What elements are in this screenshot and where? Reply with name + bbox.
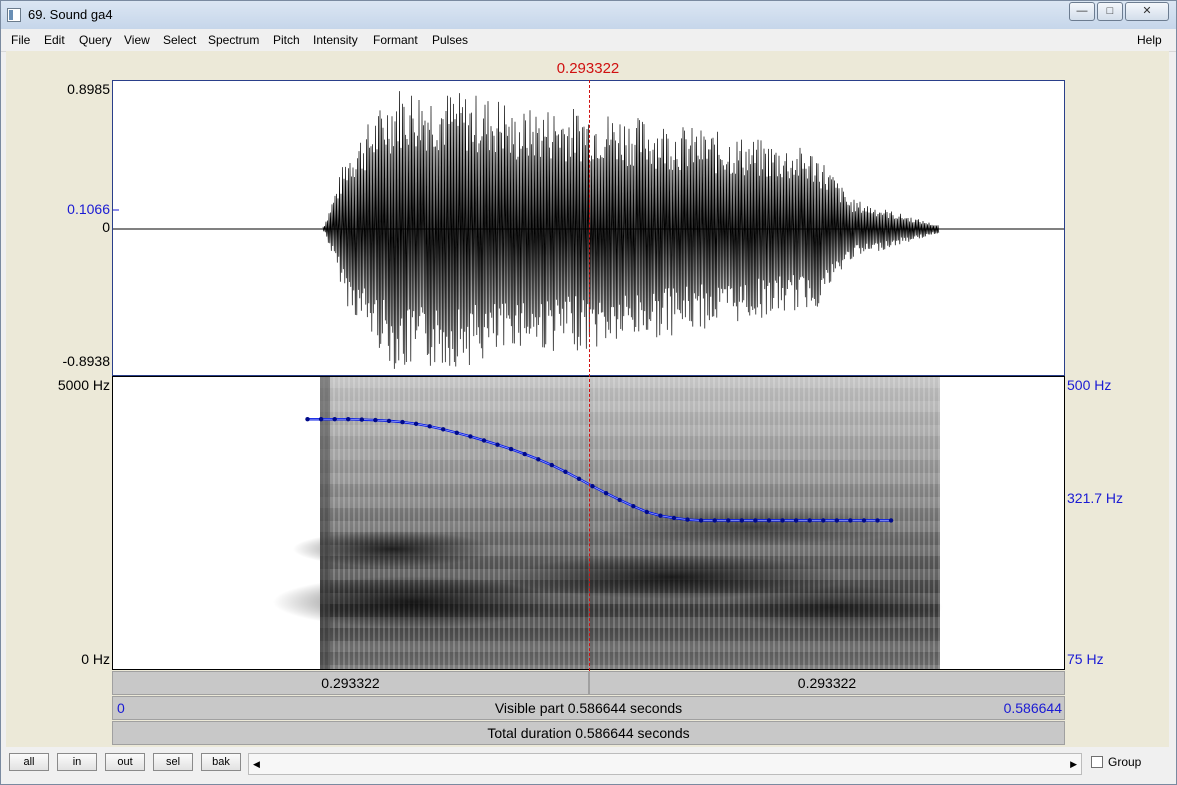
pitch-point — [861, 518, 867, 523]
pitch-point — [427, 424, 432, 429]
pitch-point — [888, 518, 894, 523]
menu-file[interactable]: File — [11, 33, 30, 47]
visible-part-label: Visible part 0.586644 seconds — [494, 700, 683, 716]
pitch-point — [468, 434, 473, 439]
pitch-point — [318, 417, 324, 422]
waveform-y-zero-label: 0 — [102, 219, 110, 235]
waveform-y-max-label: 0.8985 — [67, 81, 110, 97]
pitch-point — [753, 518, 758, 523]
pitch-point — [644, 509, 649, 515]
pitch-point — [386, 418, 392, 424]
selection-bar-left[interactable]: 0.293322 — [112, 671, 589, 695]
pitch-point — [563, 469, 568, 474]
pitch-point — [658, 513, 663, 518]
scroll-left-arrow-icon[interactable]: ◀ — [253, 759, 260, 770]
menu-pitch[interactable]: Pitch — [273, 33, 300, 47]
menu-select[interactable]: Select — [163, 33, 196, 47]
pitch-point — [359, 417, 364, 422]
pitch-point — [522, 451, 527, 457]
close-button[interactable]: ✕ — [1125, 2, 1169, 21]
pitch-point — [807, 518, 812, 523]
pitch-point — [590, 484, 595, 489]
time-scrollbar[interactable]: ◀ ▶ — [248, 753, 1082, 775]
pitch-point — [400, 419, 405, 425]
menu-intensity[interactable]: Intensity — [313, 33, 358, 47]
spectrogram-freq-max-label: 5000 Hz — [57, 377, 110, 393]
praat-app-icon — [7, 8, 21, 22]
pitch-point — [305, 417, 310, 422]
pitch-point — [536, 457, 541, 462]
pitch-point — [780, 518, 785, 523]
total-duration-bar[interactable]: Total duration 0.586644 seconds — [112, 721, 1065, 745]
group-checkbox[interactable] — [1091, 756, 1103, 768]
bottom-toolbar: all in out sel bak ◀ ▶ Group — [1, 748, 1176, 778]
pitch-point — [793, 518, 799, 523]
cursor-time-label: 0.293322 — [556, 60, 620, 77]
pitch-min-label: 75 Hz — [1067, 651, 1104, 667]
pitch-point — [875, 518, 880, 523]
pitch-point — [481, 438, 487, 443]
window-title: 69. Sound ga4 — [28, 7, 113, 22]
pitch-point — [441, 427, 446, 432]
pitch-point — [549, 462, 554, 468]
pitch-point — [576, 476, 582, 481]
menu-spectrum[interactable]: Spectrum — [208, 33, 259, 47]
zoom-in-button[interactable]: in — [57, 753, 97, 771]
menu-formant[interactable]: Formant — [373, 33, 418, 47]
waveform-y-mark-label: 0.1066 — [67, 201, 110, 217]
menu-help[interactable]: Help — [1137, 33, 1162, 47]
pitch-max-label: 500 Hz — [1067, 377, 1112, 393]
pitch-point — [495, 442, 500, 447]
visible-end-label: 0.586644 — [1003, 700, 1062, 716]
menu-edit[interactable]: Edit — [44, 33, 65, 47]
maximize-button[interactable]: □ — [1097, 2, 1123, 21]
pitch-point — [631, 504, 636, 509]
zoom-sel-button[interactable]: sel — [153, 753, 193, 771]
zoom-back-button[interactable]: bak — [201, 753, 241, 771]
pitch-point — [726, 518, 731, 523]
pitch-point — [739, 518, 744, 523]
menu-query[interactable]: Query — [79, 33, 112, 47]
pitch-mid-label: 321.7 Hz — [1067, 490, 1124, 506]
spectrogram-freq-min-label: 0 Hz — [81, 651, 110, 667]
pitch-point — [848, 518, 853, 523]
pitch-point — [508, 446, 514, 452]
selection-bar-right[interactable]: 0.293322 — [589, 671, 1065, 695]
pitch-point — [698, 518, 704, 523]
menu-pulses[interactable]: Pulses — [432, 33, 468, 47]
pitch-point — [685, 517, 690, 522]
editor-area: 0.293322 0.8985 0.1066 0 -0.8938 5000 Hz… — [6, 51, 1169, 747]
time-cursor-line[interactable] — [589, 80, 590, 671]
total-duration-label: Total duration 0.586644 seconds — [487, 725, 690, 741]
praat-sound-editor-window: 69. Sound ga4 — □ ✕ File Edit Query View… — [0, 0, 1177, 785]
pitch-point — [346, 417, 351, 422]
pitch-point — [671, 515, 677, 521]
waveform-trace — [322, 91, 940, 369]
menu-bar: File Edit Query View Select Spectrum Pit… — [1, 30, 1176, 52]
pitch-point — [766, 518, 772, 523]
zoom-all-button[interactable]: all — [9, 753, 49, 771]
pitch-point — [454, 430, 459, 435]
left-segment-duration: 0.293322 — [321, 675, 380, 691]
minimize-button[interactable]: — — [1069, 2, 1095, 21]
menu-view[interactable]: View — [124, 33, 150, 47]
waveform-y-min-label: -0.8938 — [62, 353, 110, 369]
zoom-out-button[interactable]: out — [105, 753, 145, 771]
scroll-right-arrow-icon[interactable]: ▶ — [1070, 759, 1077, 770]
pitch-point — [821, 518, 826, 523]
visible-part-bar[interactable]: 0 Visible part 0.586644 seconds 0.586644 — [112, 696, 1065, 720]
pitch-point — [603, 491, 609, 496]
pitch-point — [712, 518, 717, 523]
pitch-point — [332, 417, 337, 422]
pitch-point — [413, 421, 419, 426]
title-bar[interactable]: 69. Sound ga4 — □ ✕ — [1, 1, 1176, 29]
right-segment-duration: 0.293322 — [797, 675, 857, 691]
pitch-point — [617, 497, 622, 503]
pitch-point — [834, 518, 839, 523]
group-checkbox-label: Group — [1108, 755, 1142, 769]
pitch-point — [373, 417, 378, 423]
